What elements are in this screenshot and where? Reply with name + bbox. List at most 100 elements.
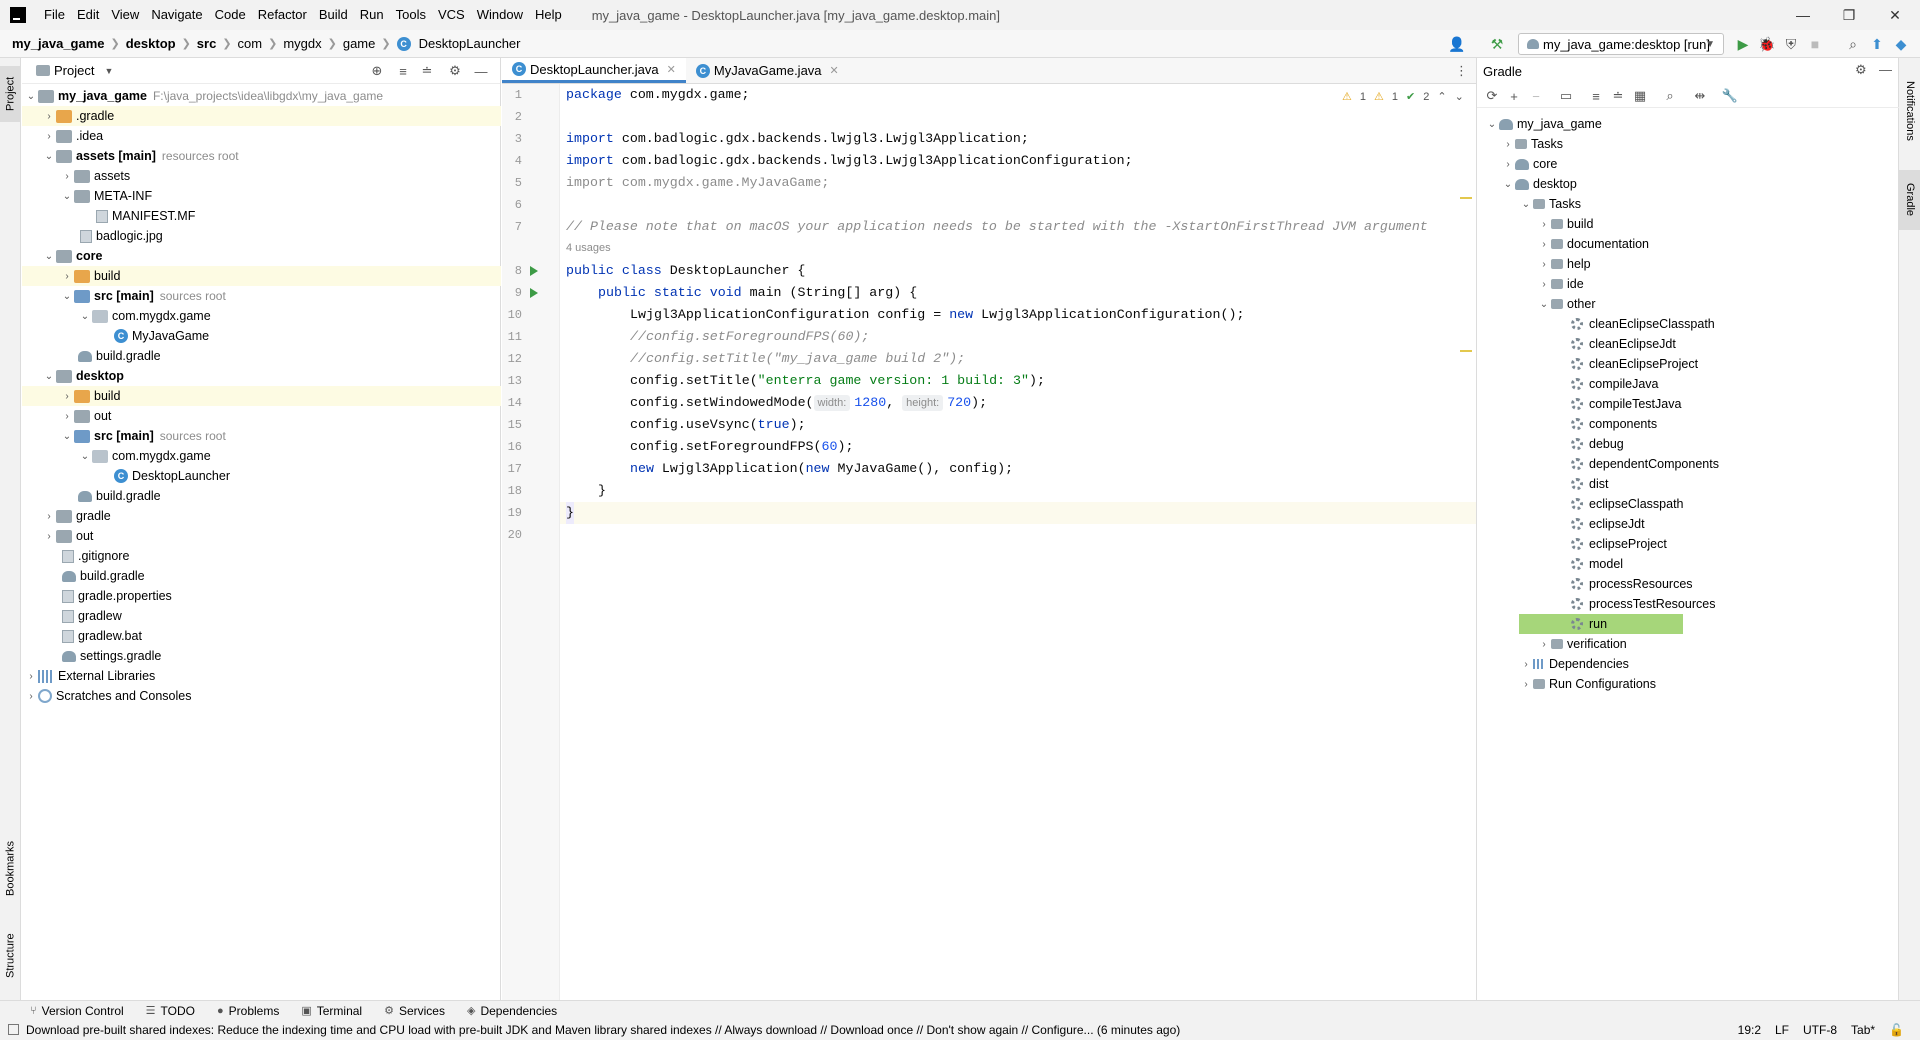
debug-icon[interactable]: 🐞 [1758, 35, 1776, 53]
expand-all-icon[interactable]: ≡ [394, 62, 412, 80]
run-gutter-icon[interactable] [530, 266, 538, 276]
coverage-icon[interactable]: ⛨ [1782, 35, 1800, 53]
indent-setting[interactable]: Tab* [1851, 1023, 1875, 1037]
project-tool-tab[interactable]: Project [0, 66, 21, 122]
tree-item-core-package[interactable]: ⌄ com.mygdx.game [22, 306, 501, 326]
update-icon[interactable]: ⬆ [1868, 35, 1886, 53]
tool-problems[interactable]: ● Problems [217, 1004, 279, 1018]
run-icon[interactable]: ▶ [1734, 35, 1752, 53]
gradle-task[interactable]: processTestResources [1571, 594, 1715, 614]
gradle-tool-tab[interactable]: Gradle [1899, 170, 1920, 230]
file-encoding[interactable]: UTF-8 [1803, 1023, 1837, 1037]
structure-tool-tab[interactable]: Structure [0, 918, 21, 994]
user-icon[interactable]: 👤 [1448, 35, 1466, 53]
hide-icon[interactable]: — [472, 62, 490, 80]
locate-icon[interactable]: ⊕ [368, 62, 386, 80]
inspection-widget[interactable]: ⚠ 1 ⚠ 1 ✔ 2 ⌃ ⌄ [1342, 90, 1464, 104]
gradle-task[interactable]: cleanEclipseProject [1571, 354, 1698, 374]
gradle-group-verification[interactable]: › verification [1537, 634, 1626, 654]
tree-item-scratches[interactable]: › Scratches and Consoles [22, 686, 501, 706]
tree-item-core-build[interactable]: › build [22, 266, 501, 286]
build-hammer-icon[interactable]: ⚒ [1488, 35, 1506, 53]
tree-item-core-build-gradle[interactable]: build.gradle [22, 346, 501, 366]
gradle-task[interactable]: dependentComponents [1571, 454, 1719, 474]
gradle-task[interactable]: compileJava [1571, 374, 1658, 394]
gradle-task[interactable]: cleanEclipseJdt [1571, 334, 1676, 354]
tool-version-control[interactable]: ⑂ Version Control [30, 1004, 124, 1018]
tab-myjavagame[interactable]: C MyJavaGame.java ✕ [686, 58, 849, 83]
tree-item-core[interactable]: ⌄ core [22, 246, 501, 266]
tree-item-gradlew[interactable]: gradlew [22, 606, 501, 626]
project-panel-title[interactable]: Project [54, 63, 94, 78]
tree-item-desktop-build[interactable]: › build [22, 386, 501, 406]
tree-item-assets-main[interactable]: ⌄ assets [main] resources root [22, 146, 501, 166]
hide-icon[interactable]: — [1879, 62, 1892, 77]
breadcrumb-project[interactable]: my_java_game [8, 36, 109, 51]
gradle-task[interactable]: eclipseProject [1571, 534, 1667, 554]
maximize-button[interactable]: ❐ [1826, 0, 1872, 30]
close-icon[interactable]: ✕ [667, 63, 676, 76]
status-message[interactable]: Download pre-built shared indexes: Reduc… [26, 1023, 1180, 1037]
menu-help[interactable]: Help [529, 0, 568, 30]
minimize-button[interactable]: — [1780, 0, 1826, 30]
tree-item-gradle[interactable]: › gradle [22, 506, 501, 526]
gradle-task[interactable]: model [1571, 554, 1623, 574]
menu-navigate[interactable]: Navigate [145, 0, 208, 30]
group-modules-icon[interactable]: ▦ [1631, 87, 1649, 105]
tree-item-assets[interactable]: › assets [22, 166, 501, 186]
run-configuration-select[interactable]: my_java_game:desktop [run] ▼ [1518, 33, 1724, 55]
tree-item-gradlew-bat[interactable]: gradlew.bat [22, 626, 501, 646]
offline-mode-icon[interactable]: ⇹ [1691, 87, 1709, 105]
tree-item-settings-gradle[interactable]: settings.gradle [22, 646, 501, 666]
menu-window[interactable]: Window [471, 0, 529, 30]
toggle-tool-windows-icon[interactable] [8, 1024, 19, 1035]
tree-item-gitignore[interactable]: .gitignore [22, 546, 501, 566]
chevron-up-icon[interactable]: ⌃ [1437, 90, 1446, 103]
gradle-group-help[interactable]: › help [1537, 254, 1590, 274]
gradle-group-other[interactable]: ⌄ other [1537, 294, 1596, 314]
stop-icon[interactable]: ■ [1806, 35, 1824, 53]
tree-item-desktoplauncher[interactable]: C DesktopLauncher [22, 466, 501, 486]
tree-item-out[interactable]: › out [22, 526, 501, 546]
menu-run[interactable]: Run [354, 0, 390, 30]
execute-task-icon[interactable]: ▭ [1557, 87, 1575, 105]
breadcrumb-game[interactable]: game [339, 36, 380, 51]
tool-dependencies[interactable]: ◈ Dependencies [467, 1004, 557, 1018]
caret-position[interactable]: 19:2 [1738, 1023, 1761, 1037]
tree-item-gradle-dir[interactable]: › .gradle [22, 106, 501, 126]
menu-edit[interactable]: Edit [71, 0, 105, 30]
line-separator[interactable]: LF [1775, 1023, 1789, 1037]
run-gutter-icon[interactable] [530, 288, 538, 298]
lock-icon[interactable]: 🔓 [1889, 1023, 1904, 1037]
usages-hint[interactable]: 4 usages [566, 242, 611, 254]
more-options-icon[interactable]: ⋮ [1455, 63, 1468, 79]
bookmarks-tool-tab[interactable]: Bookmarks [0, 828, 21, 908]
tool-services[interactable]: ⚙ Services [384, 1004, 445, 1018]
breadcrumb-com[interactable]: com [234, 36, 267, 51]
collapse-all-icon[interactable]: ≐ [418, 62, 436, 80]
menu-vcs[interactable]: VCS [432, 0, 471, 30]
breadcrumb-class[interactable]: DesktopLauncher [415, 36, 525, 51]
tree-item-manifest[interactable]: MANIFEST.MF [22, 206, 501, 226]
gradle-item-core[interactable]: › core [1501, 154, 1557, 174]
breadcrumb-src[interactable]: src [193, 36, 221, 51]
close-window-button[interactable]: ✕ [1872, 0, 1918, 30]
remove-icon[interactable]: − [1527, 87, 1545, 105]
tree-item-external-libraries[interactable]: › External Libraries [22, 666, 501, 686]
close-icon[interactable]: ✕ [830, 64, 839, 77]
tree-item-build-gradle[interactable]: build.gradle [22, 566, 501, 586]
gradle-task[interactable]: debug [1571, 434, 1624, 454]
gradle-task[interactable]: components [1571, 414, 1657, 434]
gradle-group-build[interactable]: › build [1537, 214, 1593, 234]
tree-item-desktop[interactable]: ⌄ desktop [22, 366, 501, 386]
gear-icon[interactable]: ⚙ [1855, 62, 1867, 78]
jetbrains-toolbox-icon[interactable]: ◆ [1892, 35, 1910, 53]
tree-item-root[interactable]: ⌄ my_java_game F:\java_projects\idea\lib… [22, 86, 501, 106]
gradle-task[interactable]: cleanEclipseClasspath [1571, 314, 1715, 334]
gradle-task[interactable]: eclipseJdt [1571, 514, 1645, 534]
gradle-task[interactable]: dist [1571, 474, 1608, 494]
notifications-tool-tab[interactable]: Notifications [1899, 66, 1920, 156]
tree-item-desktop-src[interactable]: ⌄ src [main] sources root [22, 426, 501, 446]
chevron-down-icon[interactable]: ▼ [104, 66, 113, 76]
tree-item-idea[interactable]: › .idea [22, 126, 501, 146]
